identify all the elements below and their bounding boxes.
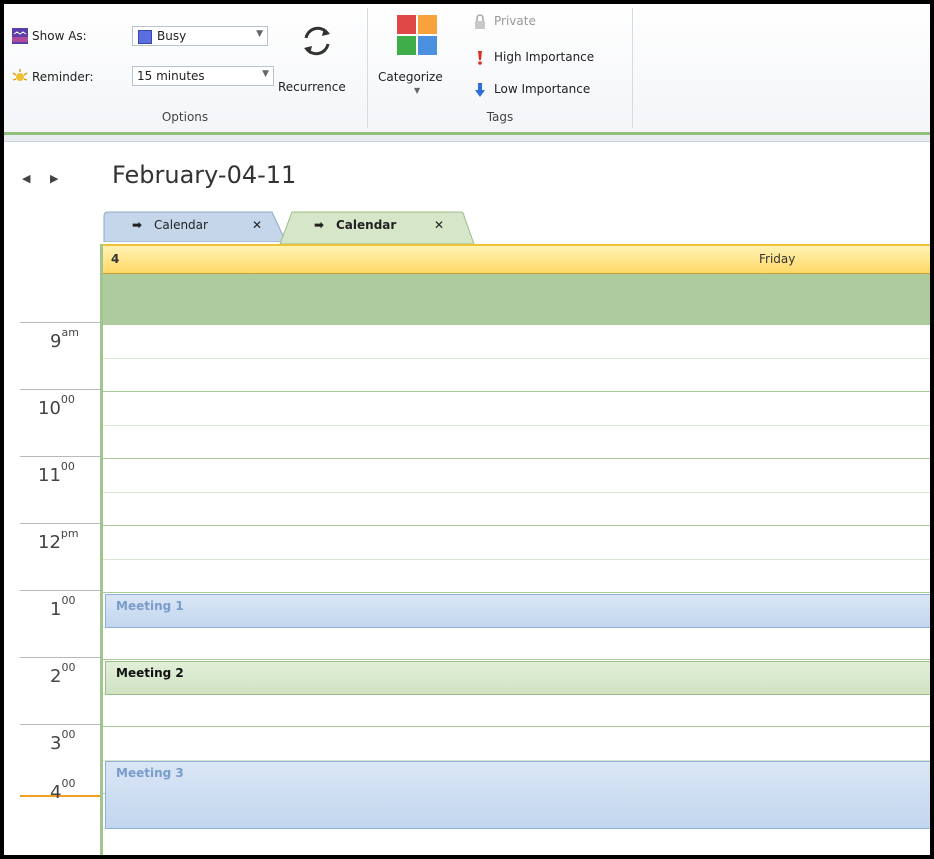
time-label-1: 100 <box>50 594 76 620</box>
date-title: February-04-11 <box>112 161 297 189</box>
reminder-dropdown[interactable]: 15 minutes ▼ <box>132 66 274 86</box>
time-label-11: 1100 <box>38 460 75 486</box>
group-divider <box>632 8 633 128</box>
ribbon: Show As: Busy ▼ Reminder: 15 minutes ▼ R… <box>4 4 930 133</box>
tags-group-label: Tags <box>486 110 514 124</box>
tab-label: Calendar <box>154 218 208 232</box>
close-icon[interactable]: ✕ <box>434 218 444 232</box>
time-label-4: 400 <box>50 777 76 803</box>
time-divider <box>20 523 100 524</box>
show-as-value: Busy <box>157 29 187 43</box>
options-group-label: Options <box>161 110 209 124</box>
day-number: 4 <box>111 252 120 266</box>
close-icon[interactable]: ✕ <box>252 218 262 232</box>
low-importance-label: Low Importance <box>494 82 591 96</box>
show-as-label: Show As: <box>32 29 87 43</box>
reminder-bell-icon <box>12 69 28 81</box>
half-hour-line <box>103 425 930 426</box>
hour-line <box>103 525 930 526</box>
categorize-button[interactable]: Categorize ▼ <box>374 12 460 100</box>
tab-label: Calendar <box>336 218 397 232</box>
outlook-window: Show As: Busy ▼ Reminder: 15 minutes ▼ R… <box>4 4 930 855</box>
day-view[interactable]: 4 Friday Meeting 1 Meeting 2 Meeting 3 <box>100 244 930 855</box>
time-column: 9am 1000 1100 12pm 100 200 300 400 <box>4 244 100 855</box>
time-divider <box>20 657 100 658</box>
chevron-down-icon: ▼ <box>262 69 269 79</box>
high-importance-label: High Importance <box>494 50 595 64</box>
half-hour-line <box>103 492 930 493</box>
private-button[interactable]: Private <box>470 12 620 32</box>
arrow-down-icon <box>475 83 485 97</box>
categorize-icon <box>397 15 437 55</box>
appointment-meeting-2[interactable]: Meeting 2 <box>105 661 930 695</box>
time-label-9am: 9am <box>50 326 79 352</box>
private-label: Private <box>494 14 536 28</box>
exclamation-icon <box>478 51 482 65</box>
time-divider <box>20 724 100 725</box>
time-label-3: 300 <box>50 728 76 754</box>
show-as-icon <box>12 28 28 44</box>
hour-line <box>103 458 930 459</box>
lock-icon <box>475 14 485 29</box>
day-name: Friday <box>759 252 796 266</box>
tab-arrow-icon: ➡ <box>132 218 143 232</box>
appointment-title: Meeting 2 <box>116 666 184 680</box>
busy-color-swatch <box>138 30 152 44</box>
day-header[interactable]: 4 Friday <box>103 244 930 274</box>
reminder-label: Reminder: <box>32 70 94 84</box>
appointment-title: Meeting 3 <box>116 766 184 780</box>
time-label-10: 1000 <box>38 393 75 419</box>
tab-arrow-icon: ➡ <box>314 218 325 232</box>
hour-line <box>103 391 930 392</box>
time-label-2: 200 <box>50 661 76 687</box>
recurrence-button[interactable]: Recurrence <box>276 18 364 94</box>
low-importance-button[interactable]: Low Importance <box>470 80 630 100</box>
time-divider <box>20 590 100 591</box>
appointment-title: Meeting 1 <box>116 599 184 613</box>
reminder-value: 15 minutes <box>137 69 205 83</box>
tab-calendar-2[interactable]: ➡ Calendar ✕ <box>278 210 478 244</box>
hour-line <box>103 592 930 593</box>
categorize-label: Categorize <box>378 70 443 84</box>
high-importance-button[interactable]: High Importance <box>470 48 630 68</box>
chevron-down-icon: ▼ <box>256 29 263 39</box>
appointment-meeting-1[interactable]: Meeting 1 <box>105 594 930 628</box>
time-divider <box>20 389 100 390</box>
next-day-button[interactable]: ▶ <box>50 172 58 185</box>
half-hour-line <box>103 559 930 560</box>
half-hour-line <box>103 358 930 359</box>
hour-line <box>103 659 930 660</box>
tab-calendar-1[interactable]: ➡ Calendar ✕ <box>100 210 290 242</box>
chevron-down-icon: ▼ <box>414 86 421 95</box>
all-day-area[interactable] <box>103 274 930 325</box>
recurrence-icon <box>304 26 330 56</box>
show-as-dropdown[interactable]: Busy ▼ <box>132 26 268 46</box>
ribbon-bottom-edge <box>4 135 930 142</box>
time-divider <box>20 322 100 323</box>
appointment-meeting-3[interactable]: Meeting 3 <box>105 761 930 829</box>
time-label-12pm: 12pm <box>38 527 79 553</box>
hour-line <box>103 324 930 325</box>
previous-day-button[interactable]: ◀ <box>22 172 30 185</box>
recurrence-label: Recurrence <box>278 80 346 94</box>
time-divider <box>20 456 100 457</box>
hour-line <box>103 726 930 727</box>
